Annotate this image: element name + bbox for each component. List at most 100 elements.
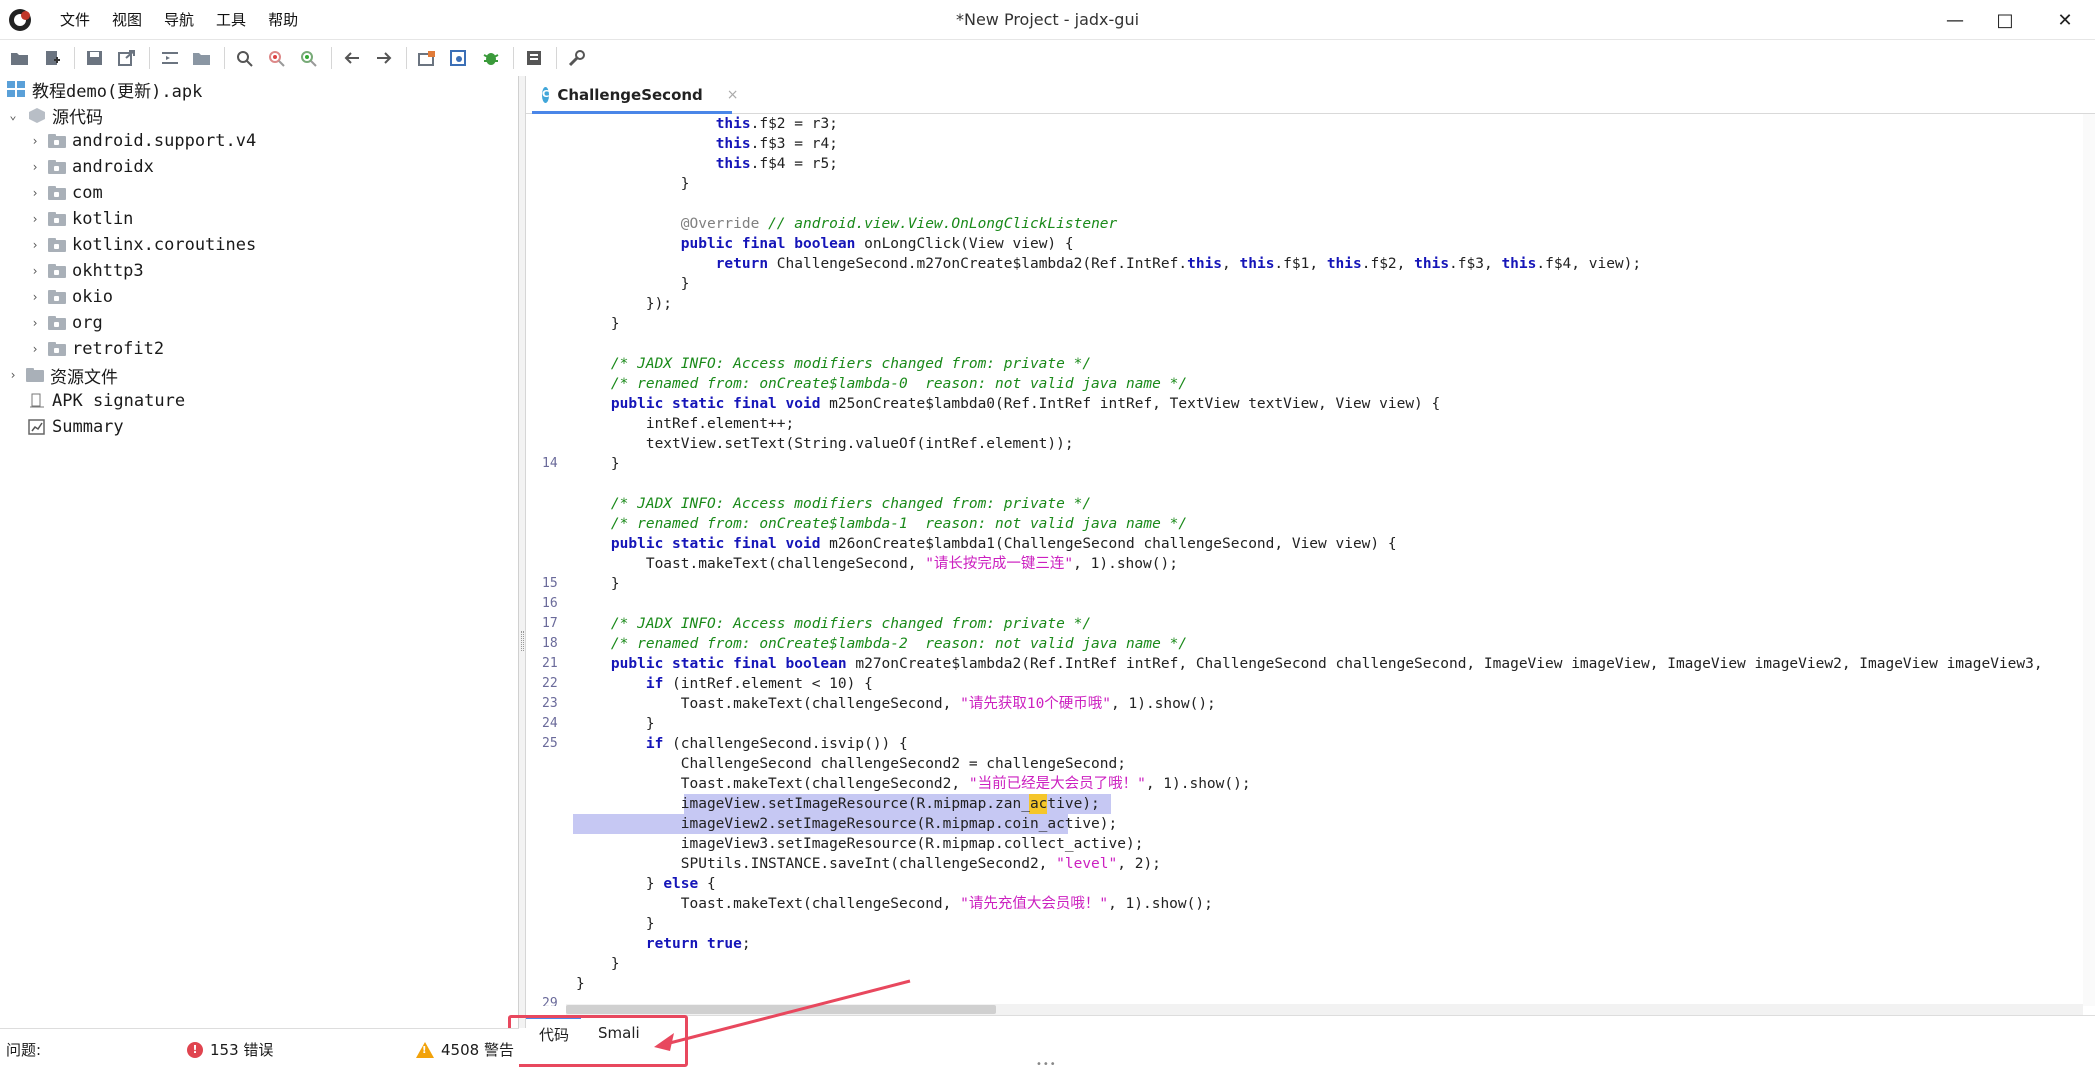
apk-signature-label: APK signature bbox=[52, 391, 186, 411]
code-line: return true; bbox=[576, 934, 751, 954]
chevron-right-icon[interactable]: › bbox=[6, 368, 20, 382]
menu-help[interactable]: 帮助 bbox=[257, 0, 309, 40]
find-class-icon[interactable] bbox=[263, 44, 291, 72]
chevron-right-icon[interactable]: › bbox=[28, 342, 42, 356]
tree-package-row[interactable]: › com bbox=[28, 180, 102, 206]
package-label: android.support.v4 bbox=[72, 131, 257, 151]
code-token: .f$2 = r3; bbox=[750, 116, 838, 132]
code-token: } bbox=[576, 456, 620, 472]
code-token: public static final void bbox=[610, 536, 821, 552]
package-label: okhttp3 bbox=[72, 261, 144, 281]
code-token: } bbox=[576, 316, 620, 332]
tree-node-apk-signature[interactable]: APK signature bbox=[28, 388, 185, 414]
back-icon[interactable] bbox=[338, 44, 366, 72]
error-count[interactable]: ! 153 错误 bbox=[187, 1039, 273, 1060]
minimize-button[interactable]: — bbox=[1930, 0, 1980, 40]
code-token: } bbox=[576, 876, 664, 892]
log-icon[interactable] bbox=[520, 44, 548, 72]
tree-package-row[interactable]: › androidx bbox=[28, 154, 154, 180]
warning-count[interactable]: ! 4508 警告 bbox=[416, 1039, 514, 1060]
save-icon[interactable] bbox=[81, 44, 109, 72]
code-token: "level" bbox=[1056, 856, 1118, 872]
code-token: (challengeSecond.isvip()) { bbox=[663, 736, 908, 752]
maximize-button[interactable]: □ bbox=[1980, 0, 2030, 40]
menu-view[interactable]: 视图 bbox=[101, 0, 153, 40]
deobfuscation-icon[interactable] bbox=[413, 44, 441, 72]
export-icon[interactable] bbox=[113, 44, 141, 72]
code-line: this.f$4 = r5; bbox=[576, 154, 838, 174]
code-token: this bbox=[1501, 256, 1537, 272]
line-number: 23 bbox=[542, 696, 558, 711]
code-token: imageView3.setImageResource(R.mipmap.col… bbox=[576, 836, 1144, 852]
tree-package-row[interactable]: › kotlinx.coroutines bbox=[28, 232, 256, 258]
code-line: /* renamed from: onCreate$lambda-0 reaso… bbox=[576, 374, 1187, 394]
code-line: } else { bbox=[576, 874, 716, 894]
tree-package-row[interactable]: › android.support.v4 bbox=[28, 128, 256, 154]
close-tab-icon[interactable]: × bbox=[727, 87, 739, 103]
tree-package-row[interactable]: › org bbox=[28, 310, 102, 336]
code-token: .f$4 = r5; bbox=[750, 156, 838, 172]
chevron-right-icon[interactable]: › bbox=[28, 134, 42, 148]
chevron-right-icon[interactable]: › bbox=[28, 160, 42, 174]
chevron-down-icon[interactable]: ⌄ bbox=[6, 108, 20, 122]
code-token: this bbox=[1326, 256, 1362, 272]
tree-node-summary[interactable]: Summary bbox=[28, 414, 124, 440]
usage-search-icon[interactable] bbox=[295, 44, 323, 72]
summary-label: Summary bbox=[52, 417, 124, 437]
flat-packages-icon[interactable] bbox=[188, 44, 216, 72]
chevron-right-icon[interactable]: › bbox=[28, 186, 42, 200]
toolbar-separator bbox=[149, 47, 150, 69]
code-token: else bbox=[663, 876, 699, 892]
code-token: } bbox=[576, 576, 620, 592]
sync-icon[interactable] bbox=[156, 44, 184, 72]
code-line: imageView.setImageResource(R.mipmap.zan_… bbox=[576, 794, 1100, 814]
code-line: return ChallengeSecond.m27onCreate$lambd… bbox=[576, 254, 1641, 274]
tree-node-source[interactable]: ⌄ 源代码 bbox=[6, 102, 103, 128]
tree-root-apk[interactable]: 教程demo(更新).apk bbox=[6, 76, 202, 102]
code-token: /* renamed from: onCreate$lambda-0 reaso… bbox=[576, 376, 1188, 392]
code-line: public final boolean onLongClick(View vi… bbox=[576, 234, 1074, 254]
chevron-right-icon[interactable]: › bbox=[28, 212, 42, 226]
vertical-scrollbar[interactable] bbox=[2083, 114, 2095, 1006]
tree-package-row[interactable]: › kotlin bbox=[28, 206, 133, 232]
preferences-icon[interactable] bbox=[563, 44, 591, 72]
tree-package-row[interactable]: › okio bbox=[28, 284, 113, 310]
tab-challenge-second[interactable]: C ChallengeSecond × bbox=[532, 78, 739, 114]
resize-grip-icon[interactable]: ••• bbox=[1036, 1059, 1057, 1067]
code-token: .f$1, bbox=[1274, 256, 1327, 272]
code-token: Toast.makeText(challengeSecond, bbox=[576, 696, 961, 712]
menu-file[interactable]: 文件 bbox=[49, 0, 101, 40]
code-token: m27onCreate$lambda2(Ref.IntRef intRef, C… bbox=[846, 656, 2043, 672]
tree-node-resources[interactable]: › 资源文件 bbox=[6, 362, 118, 388]
code-editor[interactable]: 14 15 16 17 18 21 22 23 24 25 29 this.f$2 = r3; th… bbox=[526, 114, 2083, 1006]
code-token: } bbox=[576, 716, 655, 732]
quark-icon[interactable] bbox=[445, 44, 473, 72]
tree-package-row[interactable]: › okhttp3 bbox=[28, 258, 144, 284]
tab-code[interactable]: 代码 bbox=[539, 1024, 569, 1045]
code-token: this bbox=[715, 116, 751, 132]
code-token: Toast.makeText(challengeSecond2, bbox=[576, 776, 969, 792]
open-icon[interactable] bbox=[6, 44, 34, 72]
forward-icon[interactable] bbox=[370, 44, 398, 72]
tab-label: ChallengeSecond bbox=[557, 85, 703, 104]
chevron-right-icon[interactable]: › bbox=[28, 290, 42, 304]
close-window-button[interactable]: ✕ bbox=[2040, 0, 2090, 40]
tab-smali[interactable]: Smali bbox=[598, 1024, 640, 1042]
code-line: this.f$3 = r4; bbox=[576, 134, 838, 154]
code-line: textView.setText(String.valueOf(intRef.e… bbox=[576, 434, 1074, 454]
menu-tools[interactable]: 工具 bbox=[205, 0, 257, 40]
add-file-icon[interactable] bbox=[38, 44, 66, 72]
chevron-right-icon[interactable]: › bbox=[28, 316, 42, 330]
code-token: .f$3 = r4; bbox=[750, 136, 838, 152]
debug-icon[interactable] bbox=[477, 44, 505, 72]
chevron-right-icon[interactable]: › bbox=[28, 264, 42, 278]
code-token: /* JADX INFO: Access modifiers changed f… bbox=[576, 356, 1092, 372]
panel-splitter[interactable] bbox=[519, 76, 526, 1028]
menu-navigation[interactable]: 导航 bbox=[153, 0, 205, 40]
chevron-right-icon[interactable]: › bbox=[28, 238, 42, 252]
search-icon[interactable] bbox=[231, 44, 259, 72]
tree-package-row[interactable]: › retrofit2 bbox=[28, 336, 164, 362]
